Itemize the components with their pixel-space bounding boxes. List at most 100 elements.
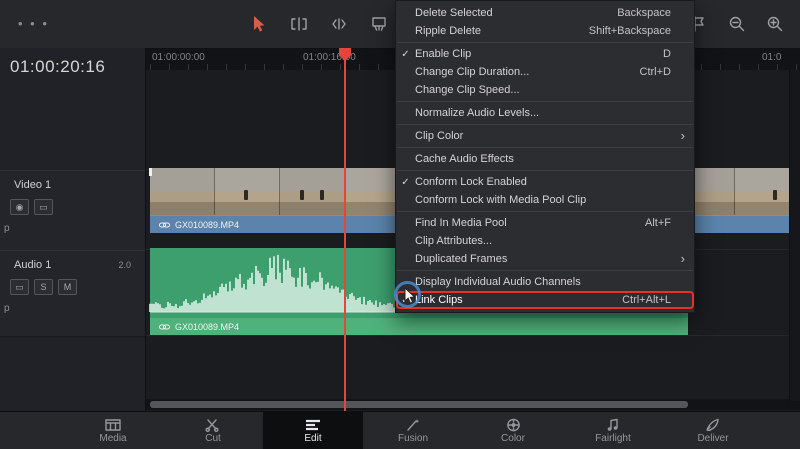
menu-separator [397, 42, 693, 43]
menu-item-label: Clip Attributes... [415, 235, 493, 247]
clip-edge-marker [149, 168, 152, 176]
menu-separator [397, 270, 693, 271]
audio-track-controls: ▭ S M [10, 279, 77, 295]
menu-item-normalize-audio-levels[interactable]: Normalize Audio Levels... [396, 104, 694, 122]
menu-item-conform-lock-with-media-pool-clip[interactable]: Conform Lock with Media Pool Clip [396, 191, 694, 209]
audio-clip-bar[interactable]: GX010089.MP4 [150, 318, 688, 335]
nav-item-label: Edit [304, 432, 322, 444]
bottom-nav: Media Cut Edit Fusion Color Fairlight Deliver [0, 411, 800, 449]
submenu-arrow-icon: › [680, 251, 685, 266]
pointer-tool-icon[interactable] [246, 11, 272, 37]
checkmark-icon: ✓ [401, 176, 410, 188]
nav-item-label: Cut [205, 432, 221, 444]
davinci-resolve-edit-page: • • • 01:00:00:00 01:00:16:00 01:0 GX010… [0, 0, 800, 449]
track-enable-icon[interactable]: ▭ [34, 199, 53, 215]
menu-item-change-clip-duration[interactable]: Change Clip Duration... Ctrl+D [396, 63, 694, 81]
video-track-overflow-text: p [4, 223, 10, 234]
menu-item-shortcut: D [663, 48, 671, 60]
menu-item-label: Conform Lock with Media Pool Clip [415, 194, 587, 206]
track-divider [145, 335, 800, 336]
color-page-icon [506, 418, 521, 432]
horizontal-scrollbar-thumb[interactable] [150, 401, 688, 408]
menu-item-shortcut: Ctrl+D [639, 66, 671, 78]
menu-item-label: Find In Media Pool [415, 217, 507, 229]
deliver-page-icon [705, 418, 721, 432]
zoom-out-icon[interactable] [726, 11, 748, 37]
person-figure [300, 189, 305, 200]
track-lock-icon[interactable]: ▭ [10, 279, 29, 295]
menu-item-shortcut: Backspace [617, 7, 671, 19]
fusion-page-icon [405, 418, 421, 432]
menu-item-duplicated-frames[interactable]: Duplicated Frames › [396, 250, 694, 268]
menu-item-shortcut: Alt+F [645, 217, 671, 229]
menu-separator [397, 147, 693, 148]
audio-track-header[interactable]: Audio 1 2.0 ▭ S M p [0, 250, 145, 337]
menu-item-cache-audio-effects[interactable]: Cache Audio Effects [396, 150, 694, 168]
menu-item-label: Change Clip Speed... [415, 84, 520, 96]
person-figure [773, 189, 778, 200]
track-lock-icon[interactable]: ◉ [10, 199, 29, 215]
menu-item-conform-lock-enabled[interactable]: ✓ Conform Lock Enabled [396, 173, 694, 191]
video-track-controls: ◉ ▭ [10, 199, 53, 215]
video-thumbnail [735, 168, 790, 215]
nav-item-label: Fusion [397, 432, 428, 444]
razor-tool-icon[interactable] [366, 11, 392, 37]
nav-item-color[interactable]: Color [463, 412, 563, 449]
menu-item-label: Change Clip Duration... [415, 66, 530, 78]
video-thumbnail [280, 168, 345, 215]
zoom-in-icon[interactable] [764, 11, 786, 37]
solo-button[interactable]: S [34, 279, 53, 295]
menu-item-clip-attributes[interactable]: Clip Attributes... [396, 232, 694, 250]
nav-item-fusion[interactable]: Fusion [363, 412, 463, 449]
video-track-name: Video 1 [14, 179, 52, 191]
menu-item-find-in-media-pool[interactable]: Find In Media Pool Alt+F [396, 214, 694, 232]
menu-item-change-clip-speed[interactable]: Change Clip Speed... [396, 81, 694, 99]
nav-item-label: Deliver [697, 432, 729, 444]
menu-item-delete-selected[interactable]: Delete Selected Backspace [396, 4, 694, 22]
menu-item-link-clips[interactable]: ✓Link ClipsCtrl+Alt+L [396, 291, 694, 309]
audio-track-format: 2.0 [118, 260, 131, 270]
menu-item-display-individual-audio-channels[interactable]: Display Individual Audio Channels [396, 273, 694, 291]
ruler-timecode-label: 01:00:00:00 [152, 52, 205, 63]
playhead-line[interactable] [344, 48, 346, 411]
menu-item-shortcut: Ctrl+Alt+L [622, 294, 671, 306]
menu-item-label: Conform Lock Enabled [415, 176, 527, 188]
nav-item-edit[interactable]: Edit [263, 412, 363, 449]
media-page-icon [105, 418, 121, 432]
menu-item-shortcut: Shift+Backspace [588, 25, 671, 37]
menu-item-label: Ripple Delete [415, 25, 482, 37]
video-thumbnail [150, 168, 215, 215]
more-options-icon[interactable]: • • • [18, 16, 49, 31]
video-clip-filename: GX010089.MP4 [175, 219, 240, 230]
nav-item-media[interactable]: Media [63, 412, 163, 449]
menu-item-enable-clip[interactable]: ✓ Enable Clip D [396, 45, 694, 63]
nav-item-cut[interactable]: Cut [163, 412, 263, 449]
link-icon [159, 324, 170, 329]
audio-clip-filename: GX010089.MP4 [175, 321, 240, 332]
person-figure [243, 189, 248, 200]
horizontal-scrollbar[interactable] [145, 399, 800, 410]
dynamic-trim-tool-icon[interactable] [326, 11, 352, 37]
menu-item-clip-color[interactable]: Clip Color › [396, 127, 694, 145]
menu-separator [397, 101, 693, 102]
mute-button[interactable]: M [58, 279, 77, 295]
vertical-scrollbar[interactable] [789, 70, 800, 401]
nav-item-deliver[interactable]: Deliver [663, 412, 763, 449]
playhead-timecode: 01:00:20:16 [10, 57, 106, 76]
video-track-header[interactable]: Video 1 ◉ ▭ p [0, 170, 145, 252]
menu-item-label: Delete Selected [415, 7, 493, 19]
menu-item-label: Normalize Audio Levels... [415, 107, 540, 119]
menu-item-label: Enable Clip [415, 48, 472, 60]
menu-separator [397, 211, 693, 212]
checkmark-icon: ✓ [401, 48, 410, 60]
trim-edit-tool-icon[interactable] [286, 11, 312, 37]
audio-track-overflow-text: p [4, 303, 10, 314]
audio-track-name: Audio 1 [14, 259, 52, 271]
menu-separator [397, 124, 693, 125]
video-thumbnail [215, 168, 280, 215]
nav-item-fairlight[interactable]: Fairlight [563, 412, 663, 449]
nav-item-label: Media [99, 432, 127, 444]
edit-tools-group [246, 11, 392, 37]
context-menu: Delete Selected Backspace Ripple Delete Shi… [395, 0, 695, 313]
menu-item-ripple-delete[interactable]: Ripple Delete Shift+Backspace [396, 22, 694, 40]
